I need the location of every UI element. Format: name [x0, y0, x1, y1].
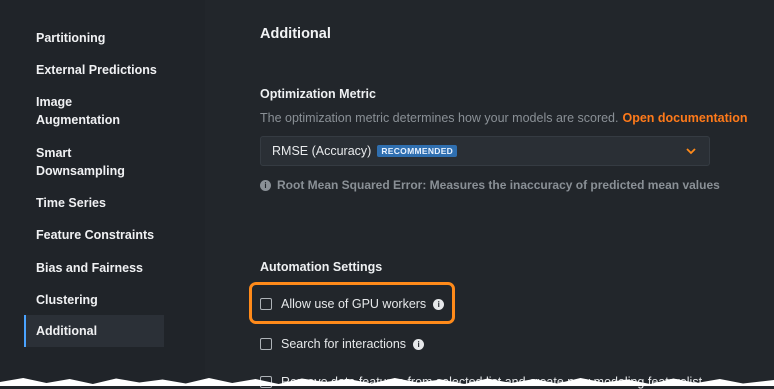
sidebar-item-image-augmentation[interactable]: Image Augmentation [24, 93, 164, 129]
sidebar-item-clustering[interactable]: Clustering [24, 291, 164, 309]
search-interactions-checkbox[interactable] [260, 338, 272, 350]
metric-hint: i Root Mean Squared Error: Measures the … [260, 178, 720, 192]
automation-settings-heading: Automation Settings [260, 260, 383, 274]
gpu-option-highlight [249, 282, 455, 324]
sidebar-item-partitioning[interactable]: Partitioning [24, 29, 164, 47]
main-panel: Additional Optimization Metric The optim… [260, 0, 774, 389]
info-icon: i [260, 179, 271, 191]
optimization-metric-heading: Optimization Metric [260, 87, 376, 101]
sidebar-item-bias-and-fairness[interactable]: Bias and Fairness [24, 259, 164, 277]
sidebar-item-additional[interactable]: Additional [24, 315, 164, 347]
open-documentation-link[interactable]: Open documentation [622, 111, 747, 125]
optimization-metric-select[interactable]: RMSE (Accuracy) RECOMMENDED [260, 136, 710, 166]
selected-metric: RMSE (Accuracy) [272, 144, 372, 158]
chevron-down-icon [686, 148, 696, 155]
recommended-badge: RECOMMENDED [377, 145, 458, 157]
page-title: Additional [260, 26, 331, 42]
search-interactions-label: Search for interactions [281, 337, 407, 351]
sidebar-item-time-series[interactable]: Time Series [24, 194, 164, 212]
optimization-metric-description: The optimization metric determines how y… [260, 111, 748, 125]
settings-sidebar: Partitioning External Predictions Image … [0, 0, 205, 386]
info-icon[interactable]: i [413, 338, 425, 350]
sidebar-item-external-predictions[interactable]: External Predictions [24, 61, 164, 79]
sidebar-item-feature-constraints[interactable]: Feature Constraints [24, 226, 164, 244]
search-interactions-option[interactable]: Search for interactions i [260, 337, 425, 351]
sidebar-item-smart-downsampling[interactable]: Smart Downsampling [24, 144, 164, 180]
sidebar-item-label: Additional [36, 324, 98, 338]
